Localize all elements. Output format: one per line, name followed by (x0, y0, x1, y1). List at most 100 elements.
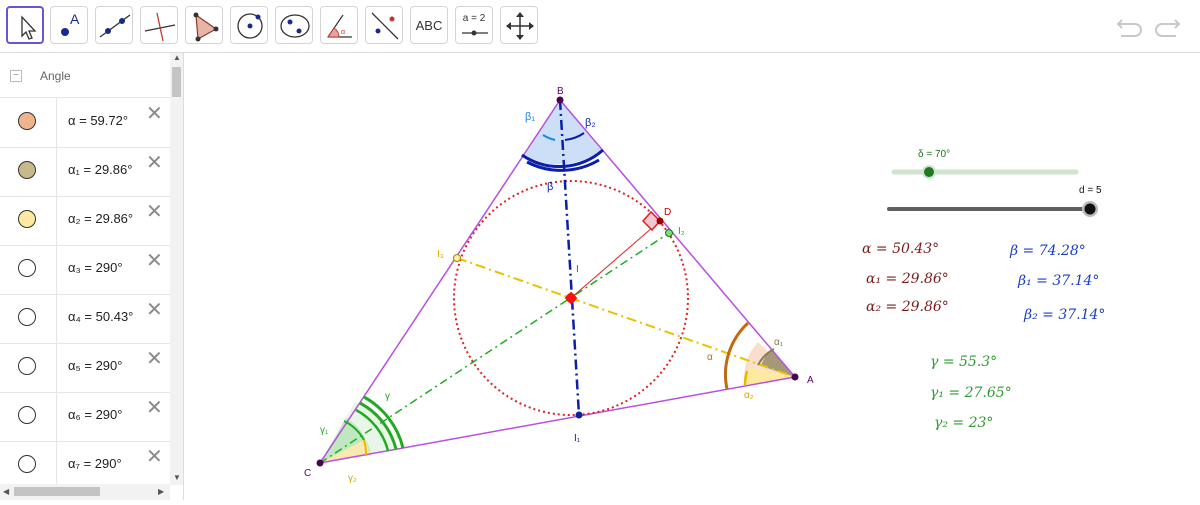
point-a[interactable] (791, 373, 799, 381)
angle-tool-button[interactable]: α (320, 6, 358, 44)
point-tool-button[interactable]: A (50, 6, 88, 44)
algebra-row-text[interactable]: α₇ = 290° (68, 456, 122, 471)
delta-slider-knob[interactable] (924, 167, 934, 177)
reflect-icon (371, 12, 399, 40)
redo-icon (1155, 19, 1181, 37)
scroll-down-icon[interactable]: ▼ (173, 473, 181, 482)
slider-tool-button[interactable]: a = 2 (455, 6, 493, 44)
delete-icon[interactable]: ✕ (146, 251, 163, 271)
algebra-row[interactable]: α₂ = 29.86° ✕ (0, 196, 170, 246)
visibility-toggle[interactable] (18, 161, 36, 179)
visibility-toggle[interactable] (18, 308, 36, 326)
pointer-icon (21, 15, 37, 40)
point-d[interactable] (656, 217, 664, 225)
delete-icon[interactable]: ✕ (146, 202, 163, 222)
point-b[interactable] (556, 96, 564, 104)
text-tool-button[interactable]: ABC (410, 6, 448, 44)
algebra-row[interactable]: α₃ = 290° ✕ (0, 245, 170, 295)
delete-icon[interactable]: ✕ (146, 349, 163, 369)
text-gamma2[interactable]: γ₂ = 23° (934, 415, 993, 431)
horizontal-scrollbar[interactable]: ◀ ▶ (0, 484, 170, 500)
vertical-scrollbar[interactable]: ▲ ▼ (170, 53, 183, 485)
algebra-row-text[interactable]: α₆ = 290° (68, 407, 122, 422)
algebra-group-header: − Angle (0, 53, 170, 98)
label-a: A (807, 375, 814, 386)
scroll-left-icon[interactable]: ◀ (3, 487, 9, 496)
visibility-cell (0, 245, 57, 294)
point-i3[interactable] (453, 254, 461, 262)
scroll-up-icon[interactable]: ▲ (173, 53, 181, 62)
ellipse-icon (280, 14, 310, 38)
graphics-view[interactable]: δ = 70° d = 5 B A C D I I₁ I₂ I₃ β₁ β₂ β… (184, 53, 1200, 500)
visibility-cell (0, 392, 57, 441)
label-beta: β (547, 181, 553, 193)
delete-icon[interactable]: ✕ (146, 447, 163, 467)
text-alpha1[interactable]: α₁ = 29.86° (866, 271, 949, 287)
text-beta1[interactable]: β₁ = 37.14° (1017, 273, 1099, 289)
label-alpha: α (707, 352, 713, 363)
text-gamma1[interactable]: γ₁ = 27.65° (930, 385, 1012, 401)
geometry-canvas[interactable]: δ = 70° d = 5 B A C D I I₁ I₂ I₃ β₁ β₂ β… (184, 53, 1200, 500)
circle-tool-button[interactable] (230, 6, 268, 44)
label-i: I (576, 264, 579, 275)
visibility-cell (0, 147, 57, 196)
text-beta2[interactable]: β₂ = 37.14° (1023, 307, 1105, 323)
algebra-row-text[interactable]: α₂ = 29.86° (68, 211, 133, 226)
move-arrows-icon (506, 12, 534, 40)
label-i1: I₁ (574, 433, 581, 444)
algebra-row-text[interactable]: α = 59.72° (68, 113, 128, 128)
algebra-row-text[interactable]: α₁ = 29.86° (68, 162, 132, 177)
algebra-row-text[interactable]: α₅ = 290° (68, 358, 122, 373)
delete-icon[interactable]: ✕ (146, 398, 163, 418)
beta2-angle-sector (560, 100, 601, 164)
vertical-scroll-thumb[interactable] (172, 67, 181, 97)
algebra-row-text[interactable]: α₃ = 290° (68, 260, 123, 275)
label-d: D (664, 207, 671, 218)
algebra-row[interactable]: α = 59.72° ✕ (0, 98, 170, 148)
algebra-view: − Angle α = 59.72° ✕ α₁ = 29.86° ✕ α₂ = … (0, 53, 184, 500)
bisector-c[interactable] (319, 232, 670, 464)
visibility-toggle[interactable] (18, 406, 36, 424)
horizontal-scroll-thumb[interactable] (14, 487, 100, 496)
visibility-cell (0, 98, 57, 147)
conic-tool-button[interactable] (275, 6, 313, 44)
delta-slider-label: δ = 70° (918, 149, 950, 160)
visibility-toggle[interactable] (18, 112, 36, 130)
inradius-segment[interactable] (570, 220, 661, 299)
algebra-row[interactable]: α₆ = 290° ✕ (0, 392, 170, 442)
delete-icon[interactable]: ✕ (146, 104, 163, 124)
move-tool-button[interactable] (6, 6, 44, 44)
label-b: B (557, 86, 564, 97)
visibility-toggle[interactable] (18, 455, 36, 473)
visibility-toggle[interactable] (18, 210, 36, 228)
algebra-row-text[interactable]: α₄ = 50.43° (68, 309, 133, 324)
algebra-row[interactable]: α₁ = 29.86° ✕ (0, 147, 170, 197)
undo-button[interactable] (1113, 10, 1147, 40)
redo-button[interactable] (1150, 10, 1184, 40)
point-i2[interactable] (665, 229, 673, 237)
reflect-tool-button[interactable] (365, 6, 403, 44)
point-c[interactable] (316, 459, 324, 467)
collapse-group-button[interactable]: − (10, 70, 22, 82)
beta1-angle-sector (525, 100, 564, 165)
text-gamma[interactable]: γ = 55.3° (930, 354, 997, 370)
move-graphics-tool-button[interactable] (500, 6, 538, 44)
d-slider-knob[interactable] (1084, 203, 1096, 215)
perpendicular-tool-button[interactable] (140, 6, 178, 44)
line-tool-button[interactable] (95, 6, 133, 44)
point-i1[interactable] (575, 411, 583, 419)
text-alpha2[interactable]: α₂ = 29.86° (866, 299, 949, 315)
scroll-right-icon[interactable]: ▶ (158, 487, 164, 496)
label-beta1: β₁ (525, 111, 535, 123)
algebra-row[interactable]: α₄ = 50.43° ✕ (0, 294, 170, 344)
text-alpha[interactable]: α = 50.43° (862, 241, 939, 257)
label-alpha2: α₂ (744, 390, 754, 401)
text-beta[interactable]: β = 74.28° (1009, 243, 1086, 259)
visibility-toggle[interactable] (18, 357, 36, 375)
delete-icon[interactable]: ✕ (146, 300, 163, 320)
algebra-row[interactable]: α₅ = 290° ✕ (0, 343, 170, 393)
delete-icon[interactable]: ✕ (146, 153, 163, 173)
polygon-tool-button[interactable] (185, 6, 223, 44)
polygon-icon (193, 12, 219, 42)
visibility-toggle[interactable] (18, 259, 36, 277)
